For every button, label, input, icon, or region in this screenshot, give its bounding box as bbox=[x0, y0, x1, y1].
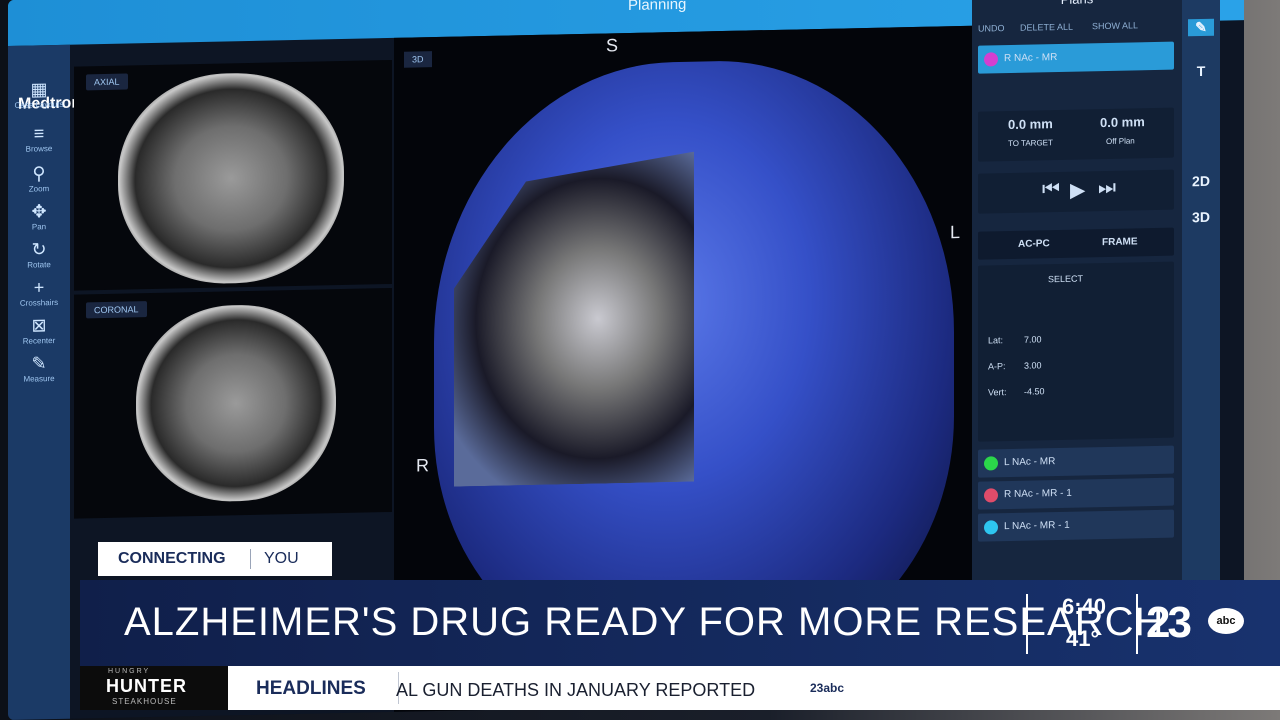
screen-title: Planning bbox=[628, 0, 687, 15]
select-dropdown[interactable]: SELECT bbox=[1048, 273, 1083, 284]
plan-item-name: L NAc - MR bbox=[1004, 456, 1056, 469]
station-logo: 23 bbox=[1146, 598, 1192, 647]
plan-item[interactable]: L NAc - MR - 1 bbox=[978, 509, 1174, 542]
ap-value[interactable]: 3.00 bbox=[1024, 360, 1042, 370]
right-marker: R bbox=[416, 455, 429, 476]
vert-value[interactable]: -4.50 bbox=[1024, 386, 1045, 396]
to-target-label: TO TARGET bbox=[1008, 138, 1053, 149]
nav-browse[interactable]: ≡ Browse bbox=[14, 123, 64, 154]
pen-icon[interactable]: ✎ bbox=[1188, 18, 1214, 37]
time-display: 6:40 bbox=[1062, 594, 1107, 619]
lat-label: Lat: bbox=[988, 335, 1004, 346]
vert-label: Vert: bbox=[988, 387, 1007, 398]
left-marker: L bbox=[950, 222, 961, 243]
axial-label[interactable]: AXIAL bbox=[86, 73, 128, 91]
off-plan-value: 0.0 mm bbox=[1100, 114, 1145, 131]
nav-measure[interactable]: ✎ Measure bbox=[14, 353, 64, 384]
lat-value[interactable]: 7.00 bbox=[1024, 334, 1042, 344]
pan-icon: ✥ bbox=[31, 201, 47, 222]
ticker-logo: 23abc bbox=[810, 681, 845, 695]
nav-pan[interactable]: ✥ Pan bbox=[14, 201, 64, 232]
plan-item-name: R NAc - MR - 1 bbox=[1004, 487, 1072, 501]
superior-marker: S bbox=[606, 35, 619, 56]
nav-crosshairs[interactable]: + Crosshairs bbox=[14, 277, 64, 308]
plan-item-name: L NAc - MR - 1 bbox=[1004, 519, 1070, 533]
ticker-text: AL GUN DEATHS IN JANUARY REPORTED bbox=[396, 680, 756, 700]
badge-connecting: CONNECTING bbox=[118, 550, 226, 567]
ticker-label: HEADLINES bbox=[256, 678, 366, 699]
plan-color-dot bbox=[984, 488, 998, 503]
browse-icon: ≡ bbox=[33, 123, 45, 144]
axial-view[interactable]: AXIAL bbox=[74, 59, 392, 291]
badge-you: YOU bbox=[264, 550, 299, 567]
divider bbox=[1026, 594, 1028, 654]
plan-color-dot bbox=[984, 52, 998, 67]
divider bbox=[1136, 594, 1138, 654]
left-nav: Medtronic ▦ Case Layouts ≡ Browse ⚲ Zoom ✥ P… bbox=[8, 44, 94, 720]
nav-zoom[interactable]: ⚲ Zoom bbox=[14, 163, 64, 194]
undo-button[interactable]: UNDO bbox=[978, 23, 1005, 34]
coordinates-panel: SELECT Lat: 7.00 A-P: 3.00 Vert: -4.50 bbox=[978, 261, 1174, 442]
tab-frame[interactable]: FRAME bbox=[1102, 236, 1138, 248]
forward-icon[interactable]: ⏭ bbox=[1098, 177, 1116, 200]
delete-all-button[interactable]: DELETE ALL bbox=[1020, 22, 1073, 33]
3d-tool[interactable]: 3D bbox=[1188, 209, 1214, 226]
distance-readout: 0.0 mm TO TARGET 0.0 mm Off Plan bbox=[978, 107, 1174, 162]
coordinate-tabs: AC-PC FRAME bbox=[978, 227, 1174, 260]
badge-divider bbox=[250, 549, 251, 569]
active-plan[interactable]: R NAc - MR bbox=[978, 41, 1174, 74]
playback-controls: ⏮ ▶ ⏭ bbox=[978, 169, 1174, 214]
recenter-icon: ⊠ bbox=[31, 315, 47, 336]
plans-actions: UNDO DELETE ALL SHOW ALL bbox=[972, 19, 1182, 33]
rotate-icon: ↻ bbox=[31, 239, 47, 260]
sponsor-logo: HUNGRY HUNTER STEAKHOUSE bbox=[80, 666, 228, 710]
plan-item[interactable]: L NAc - MR bbox=[978, 445, 1174, 478]
segment-badge: CONNECTING YOU bbox=[98, 542, 332, 576]
tab-acpc[interactable]: AC-PC bbox=[1018, 238, 1050, 250]
to-target-value: 0.0 mm bbox=[1008, 116, 1053, 133]
zoom-icon: ⚲ bbox=[32, 163, 46, 184]
network-logo: abc bbox=[1208, 608, 1244, 634]
coronal-label[interactable]: CORONAL bbox=[86, 301, 147, 319]
temperature-display: 41° bbox=[1066, 626, 1100, 651]
text-tool[interactable]: T bbox=[1188, 63, 1214, 80]
plan-color-dot bbox=[984, 520, 998, 535]
rewind-icon[interactable]: ⏮ bbox=[1042, 178, 1060, 201]
coronal-brain-image bbox=[136, 303, 336, 504]
show-all-button[interactable]: SHOW ALL bbox=[1092, 20, 1138, 31]
plan-color-dot bbox=[984, 456, 998, 471]
layout-icon: ▦ bbox=[30, 79, 48, 100]
off-plan-label: Off Plan bbox=[1106, 136, 1135, 147]
play-icon[interactable]: ▶ bbox=[1070, 177, 1085, 202]
nav-rotate[interactable]: ↻ Rotate bbox=[14, 239, 64, 270]
headline: ALZHEIMER'S DRUG READY FOR MORE RESEARCH bbox=[124, 600, 1165, 644]
nav-recenter[interactable]: ⊠ Recenter bbox=[14, 315, 64, 346]
3d-view-label[interactable]: 3D bbox=[404, 51, 432, 68]
nav-case-layouts[interactable]: ▦ Case Layouts bbox=[14, 79, 64, 110]
crosshair-icon: + bbox=[33, 277, 45, 298]
plan-item[interactable]: R NAc - MR - 1 bbox=[978, 477, 1174, 510]
axial-brain-image bbox=[118, 70, 344, 286]
coronal-view[interactable]: CORONAL bbox=[74, 287, 392, 519]
2d-tool[interactable]: 2D bbox=[1188, 173, 1214, 190]
plans-title: Plans bbox=[972, 0, 1182, 9]
active-plan-name: R NAc - MR bbox=[1004, 52, 1058, 65]
ap-label: A-P: bbox=[988, 361, 1006, 372]
ruler-icon: ✎ bbox=[31, 353, 47, 374]
